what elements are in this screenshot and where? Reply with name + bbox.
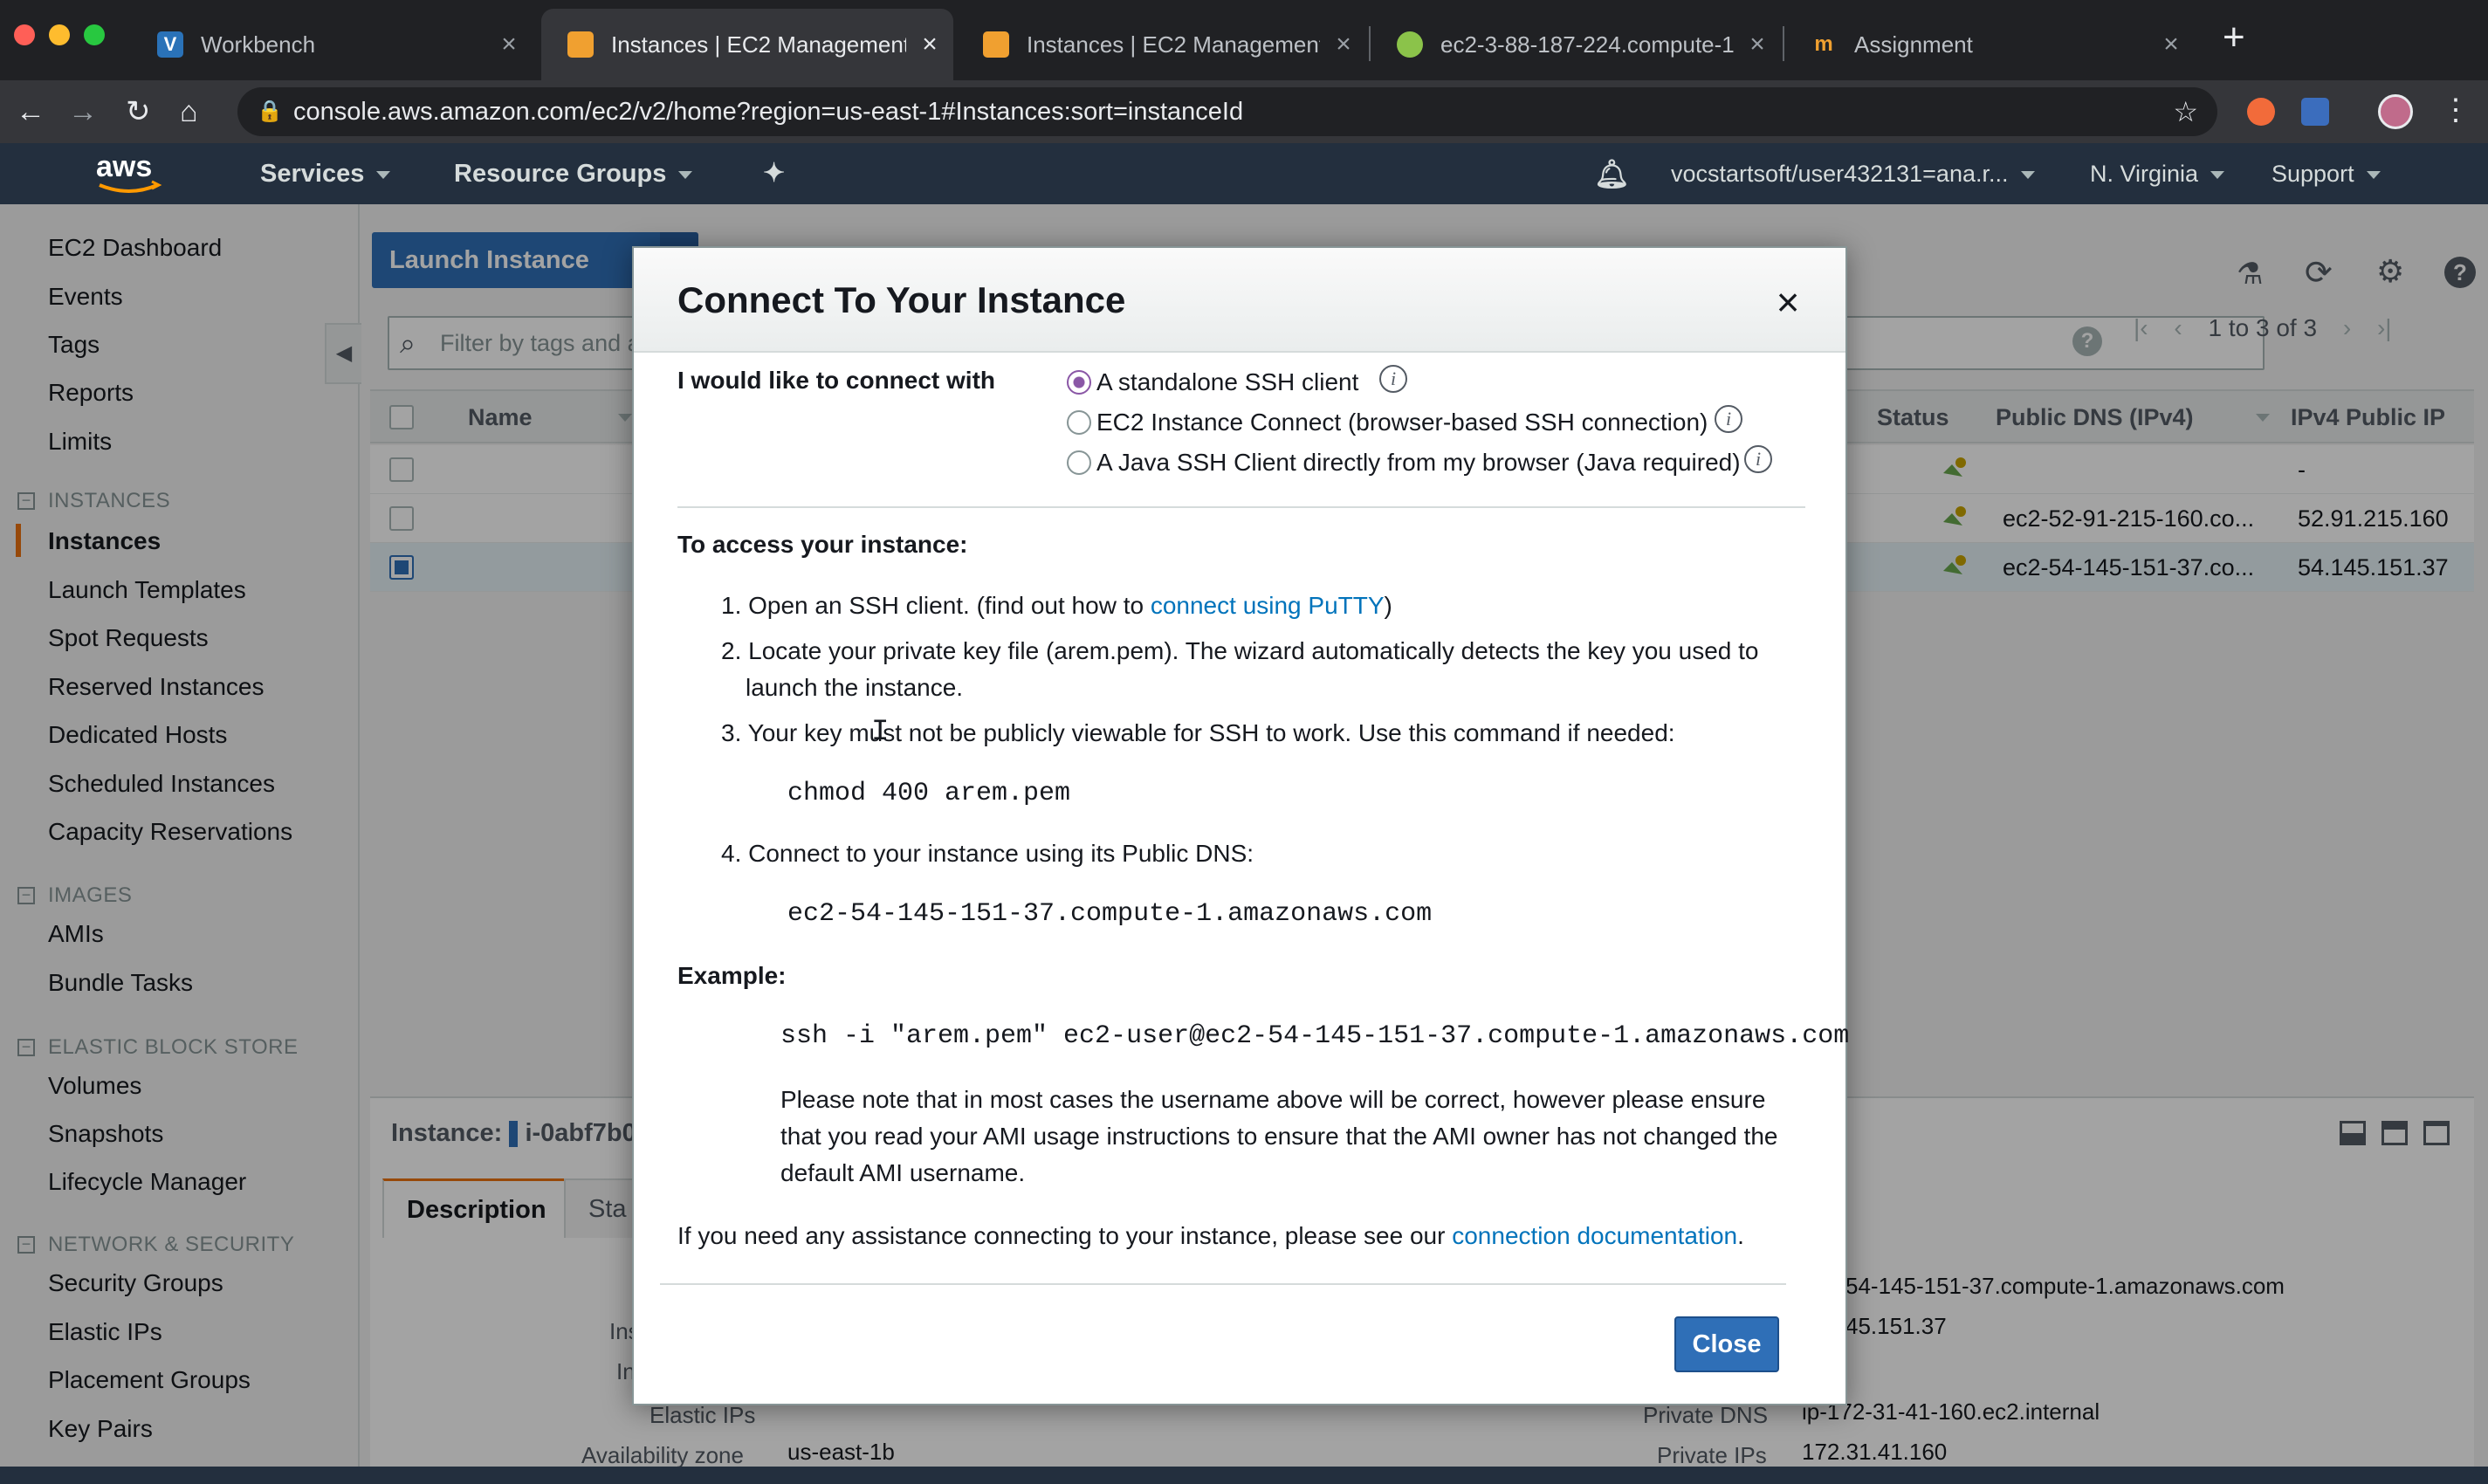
chmod-command: chmod 400 arem.pem [787, 779, 1071, 808]
region-menu[interactable]: N. Virginia [2090, 143, 2225, 204]
window-minimize-dot[interactable] [49, 24, 70, 45]
workbench-favicon-icon: V [157, 31, 183, 58]
account-menu[interactable]: vocstartsoft/user432131=ana.r... [1671, 143, 2035, 204]
browser-tab-bar: V Workbench × Instances | EC2 Management… [0, 0, 2488, 80]
chevron-down-icon [678, 170, 693, 179]
option-java-ssh-label[interactable]: A Java SSH Client directly from my brows… [1096, 447, 1741, 478]
step-4: 4. Connect to your instance using its Pu… [721, 840, 1254, 867]
back-icon[interactable]: ← [16, 94, 45, 129]
aws-favicon-icon [983, 31, 1009, 58]
services-label: Services [260, 160, 365, 188]
new-tab-button[interactable]: + [2223, 16, 2245, 59]
tab-close-icon[interactable]: × [917, 30, 943, 59]
step-3: 3. Your key must not be publicly viewabl… [721, 719, 1675, 746]
chevron-down-icon [2210, 171, 2225, 180]
step-1-end: ) [1384, 592, 1392, 619]
browser-tab-ec2[interactable]: Instances | EC2 Management C × [957, 9, 1367, 80]
radio-standalone-ssh[interactable] [1067, 370, 1091, 395]
tab-title: Assignment [1854, 31, 1973, 58]
browser-menu-icon[interactable]: ⋮ [2441, 93, 2471, 127]
region-label: N. Virginia [2090, 161, 2199, 187]
step-1: 1. Open an SSH client. (find out how to … [721, 590, 1392, 622]
chevron-down-icon [2366, 171, 2381, 180]
text-cursor-icon: I [871, 716, 890, 749]
tab-title: ec2-3-88-187-224.compute-1. [1440, 31, 1734, 58]
connect-instance-dialog: Connect To Your Instance × I would like … [632, 246, 1850, 1405]
support-menu[interactable]: Support [2272, 143, 2381, 204]
bookmark-star-icon[interactable]: ☆ [2173, 87, 2198, 136]
close-button[interactable]: Close [1674, 1316, 1779, 1372]
forward-icon[interactable]: → [68, 94, 98, 129]
services-menu[interactable]: Services [260, 143, 391, 204]
example-heading: Example: [677, 962, 787, 989]
svg-text:aws: aws [96, 150, 152, 183]
putty-link[interactable]: connect using PuTTY [1151, 592, 1385, 619]
address-bar[interactable]: 🔒 console.aws.amazon.com/ec2/v2/home?reg… [237, 87, 2217, 136]
step-1-text: 1. Open an SSH client. (find out how to [721, 592, 1144, 619]
radio-java-ssh[interactable] [1067, 450, 1091, 475]
reload-icon[interactable]: ↻ [126, 94, 151, 129]
note-line-2: that you read your AMI usage instruction… [780, 1123, 1778, 1150]
support-label: Support [2272, 161, 2354, 187]
divider [677, 506, 1805, 508]
help-end: . [1737, 1222, 1744, 1249]
browser-tab-instance-dns[interactable]: ec2-3-88-187-224.compute-1. × [1371, 9, 1781, 80]
pin-icon[interactable]: ✦ [763, 143, 785, 204]
browser-tab-workbench[interactable]: V Workbench × [131, 9, 533, 80]
window-zoom-dot[interactable] [84, 24, 105, 45]
step-2-line-1: 2. Locate your private key file (arem.pe… [721, 637, 1759, 664]
tab-close-icon[interactable]: × [1744, 30, 1770, 59]
leaf-favicon-icon [1397, 31, 1423, 58]
browser-tab-ec2-active[interactable]: Instances | EC2 Management C × [541, 9, 953, 80]
notification-bell-icon[interactable]: 🔔︎ [1594, 143, 1630, 204]
tab-title: Workbench [201, 31, 316, 58]
extension-icon[interactable] [2247, 98, 2275, 126]
resource-groups-menu[interactable]: Resource Groups [454, 143, 693, 204]
account-label: vocstartsoft/user432131=ana.r... [1671, 161, 2009, 187]
url-text: console.aws.amazon.com/ec2/v2/home?regio… [293, 98, 1244, 126]
tab-close-icon[interactable]: × [1330, 30, 1357, 59]
info-icon[interactable]: i [1715, 405, 1742, 433]
info-icon[interactable]: i [1744, 445, 1772, 473]
help-text: If you need any assistance connecting to… [677, 1222, 1446, 1249]
step-2-line-2: launch the instance. [746, 674, 964, 701]
browser-tab-assignment[interactable]: m Assignment × [1784, 9, 2195, 80]
tab-close-icon[interactable]: × [2158, 30, 2184, 59]
window-close-dot[interactable] [14, 24, 35, 45]
home-icon[interactable]: ⌂ [180, 94, 198, 129]
lock-icon: 🔒 [257, 100, 283, 123]
browser-toolbar: ← → ↻ ⌂ 🔒 console.aws.amazon.com/ec2/v2/… [0, 80, 2488, 143]
resource-groups-label: Resource Groups [454, 160, 667, 188]
connection-documentation-link[interactable]: connection documentation [1452, 1222, 1737, 1249]
note-line-1: Please note that in most cases the usern… [780, 1086, 1766, 1113]
access-heading: To access your instance: [677, 531, 968, 558]
option-instance-connect-label[interactable]: EC2 Instance Connect (browser-based SSH … [1096, 407, 1708, 438]
tab-close-icon[interactable]: × [496, 30, 522, 59]
tab-title: Instances | EC2 Management C [611, 31, 906, 58]
connect-with-label: I would like to connect with [677, 367, 996, 394]
console-footer [0, 1467, 2488, 1484]
aws-logo-icon: aws [96, 150, 162, 193]
option-standalone-ssh-label[interactable]: A standalone SSH client [1096, 367, 1358, 398]
assignment-favicon-icon: m [1811, 31, 1837, 58]
dialog-title: Connect To Your Instance [677, 279, 1126, 320]
close-icon[interactable]: × [1770, 282, 1805, 322]
aws-logo[interactable]: aws [94, 150, 164, 197]
help-sentence: If you need any assistance connecting to… [677, 1220, 1744, 1252]
aws-top-nav: aws Services Resource Groups ✦ 🔔︎ vocsta… [0, 143, 2488, 204]
extension-icon[interactable] [2301, 98, 2329, 126]
ssh-example-command: ssh -i "arem.pem" ec2-user@ec2-54-145-15… [780, 1021, 1850, 1051]
dialog-header: Connect To Your Instance × [634, 248, 1845, 353]
radio-instance-connect[interactable] [1067, 410, 1091, 435]
public-dns-value: ec2-54-145-151-37.compute-1.amazonaws.co… [787, 899, 1433, 929]
info-icon[interactable]: i [1379, 365, 1407, 393]
divider [660, 1283, 1786, 1285]
tab-title: Instances | EC2 Management C [1027, 31, 1320, 58]
chevron-down-icon [376, 170, 391, 179]
aws-favicon-icon [567, 31, 594, 58]
chevron-down-icon [2020, 171, 2035, 180]
note-line-3: default AMI username. [780, 1159, 1026, 1186]
profile-avatar[interactable] [2378, 94, 2413, 129]
